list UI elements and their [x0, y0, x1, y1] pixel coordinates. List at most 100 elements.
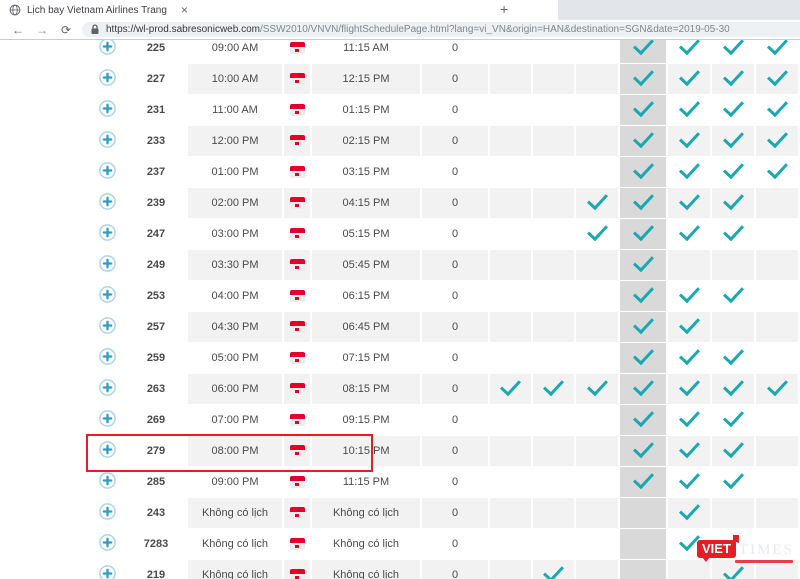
availability-cell — [576, 219, 618, 249]
checkmark-icon — [586, 188, 607, 209]
checkmark-icon — [632, 436, 653, 457]
departure-time: 03:00 PM — [188, 219, 282, 249]
new-tab-button[interactable]: + — [500, 1, 508, 17]
availability-cell — [712, 219, 754, 249]
departure-time: 05:00 PM — [188, 343, 282, 373]
airline-logo-icon — [290, 352, 305, 364]
expand-button[interactable] — [90, 405, 124, 435]
availability-cell — [490, 64, 531, 94]
availability-cell — [756, 126, 798, 156]
checkmark-icon — [766, 64, 787, 85]
availability-cell — [712, 374, 754, 404]
expand-button[interactable] — [90, 560, 124, 579]
airline-logo-icon — [290, 73, 305, 85]
arrival-time: 11:15 PM — [312, 467, 420, 497]
flight-number: 225 — [126, 40, 186, 63]
availability-cell — [620, 529, 666, 559]
expand-button[interactable] — [90, 467, 124, 497]
browser-tab[interactable]: Lịch bay Vietnam Airlines Trang × — [0, 0, 409, 20]
plus-icon — [99, 348, 116, 365]
airline-logo-icon — [290, 104, 305, 116]
stops-count: 0 — [422, 219, 488, 249]
checkmark-icon — [678, 343, 699, 364]
expand-button[interactable] — [90, 250, 124, 280]
expand-button[interactable] — [90, 343, 124, 373]
expand-button[interactable] — [90, 64, 124, 94]
address-bar[interactable]: https://wl-prod.sabresonicweb.com/SSW201… — [82, 22, 800, 37]
availability-cell — [756, 157, 798, 187]
checkmark-icon — [766, 374, 787, 395]
availability-cell — [620, 374, 666, 404]
availability-cell — [576, 126, 618, 156]
expand-button[interactable] — [90, 95, 124, 125]
plus-icon — [99, 441, 116, 458]
flight-number: 263 — [126, 374, 186, 404]
checkmark-icon — [678, 405, 699, 426]
expand-button[interactable] — [90, 157, 124, 187]
airline-logo-icon — [284, 281, 310, 311]
availability-cell — [576, 343, 618, 373]
back-button[interactable]: ← — [6, 23, 30, 37]
checkmark-icon — [678, 281, 699, 302]
checkmark-icon — [678, 374, 699, 395]
departure-time: Không có lịch — [188, 498, 282, 528]
tab-strip: Lịch bay Vietnam Airlines Trang × + — [0, 0, 800, 20]
airline-logo-icon — [284, 64, 310, 94]
availability-cell — [490, 250, 531, 280]
availability-cell — [490, 95, 531, 125]
arrival-time: 11:15 AM — [312, 40, 420, 63]
airline-logo-icon — [284, 374, 310, 404]
flight-number: 247 — [126, 219, 186, 249]
expand-button[interactable] — [90, 312, 124, 342]
flight-table-body: 22509:00 AM11:15 AM022710:00 AM12:15 PM0… — [90, 40, 798, 579]
availability-cell — [490, 126, 531, 156]
checkmark-icon — [632, 126, 653, 147]
expand-button[interactable] — [90, 529, 124, 559]
availability-cell — [576, 436, 618, 466]
airline-logo-icon — [290, 259, 305, 271]
checkmark-icon — [632, 40, 653, 55]
airline-logo-icon — [284, 188, 310, 218]
flight-number: 227 — [126, 64, 186, 94]
availability-cell — [533, 40, 574, 63]
availability-cell — [756, 498, 798, 528]
availability-cell — [712, 95, 754, 125]
arrival-time: 07:15 PM — [312, 343, 420, 373]
airline-logo-icon — [290, 290, 305, 302]
expand-button[interactable] — [90, 219, 124, 249]
arrival-time: 04:15 PM — [312, 188, 420, 218]
refresh-button[interactable]: ⟳ — [54, 23, 78, 37]
availability-cell — [533, 467, 574, 497]
expand-button[interactable] — [90, 188, 124, 218]
departure-time: 10:00 AM — [188, 64, 282, 94]
availability-cell — [490, 157, 531, 187]
arrival-time: 02:15 PM — [312, 126, 420, 156]
availability-cell — [533, 281, 574, 311]
checkmark-icon — [722, 95, 743, 116]
availability-cell — [490, 281, 531, 311]
expand-button[interactable] — [90, 436, 124, 466]
availability-cell — [620, 157, 666, 187]
expand-button[interactable] — [90, 126, 124, 156]
arrival-time: 12:15 PM — [312, 64, 420, 94]
expand-button[interactable] — [90, 498, 124, 528]
availability-cell — [490, 219, 531, 249]
tab-close-icon[interactable]: × — [181, 4, 188, 16]
availability-cell — [668, 250, 710, 280]
availability-cell — [712, 312, 754, 342]
flight-row-263: 26306:00 PM08:15 PM0 — [90, 374, 798, 404]
checkmark-icon — [722, 126, 743, 147]
stops-count: 0 — [422, 374, 488, 404]
availability-cell — [756, 467, 798, 497]
flight-row-259: 25905:00 PM07:15 PM0 — [90, 343, 798, 373]
plus-icon — [99, 317, 116, 334]
expand-button[interactable] — [90, 281, 124, 311]
lock-icon — [90, 24, 100, 35]
expand-button[interactable] — [90, 40, 124, 63]
flight-row-237: 23701:00 PM03:15 PM0 — [90, 157, 798, 187]
expand-button[interactable] — [90, 374, 124, 404]
departure-time: 03:30 PM — [188, 250, 282, 280]
checkmark-icon — [632, 188, 653, 209]
forward-button[interactable]: → — [30, 23, 54, 37]
flight-row-285: 28509:00 PM11:15 PM0 — [90, 467, 798, 497]
